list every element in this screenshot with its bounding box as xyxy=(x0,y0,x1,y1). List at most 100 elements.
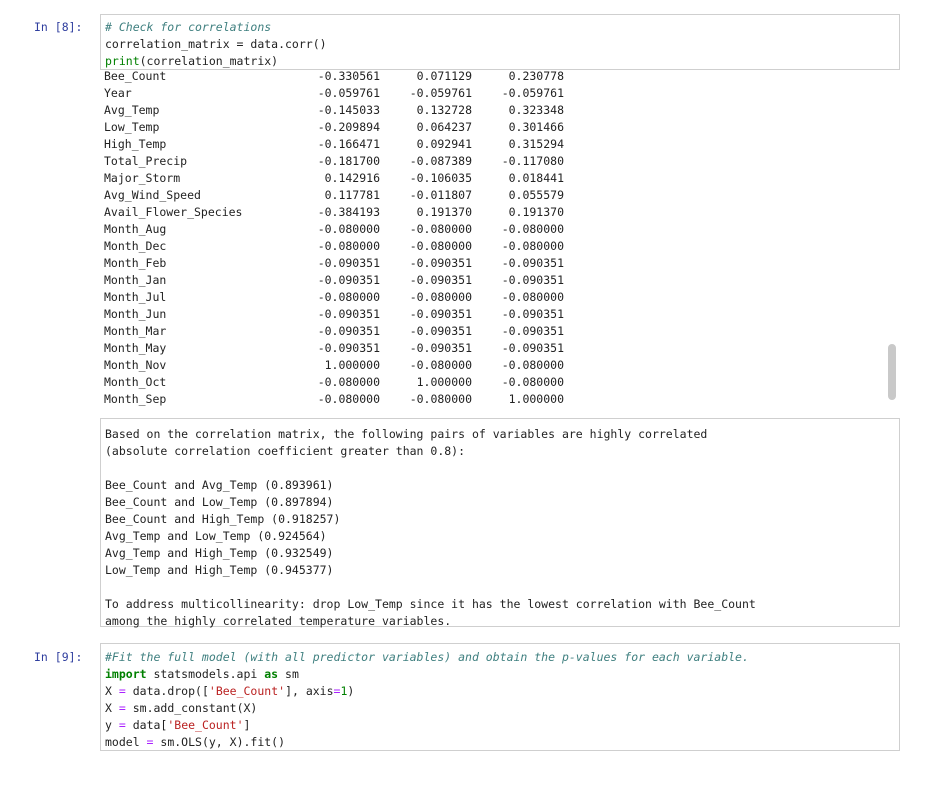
correlated-pair: Avg_Temp and High_Temp (0.932549) xyxy=(105,546,334,560)
output-scrollbar[interactable] xyxy=(888,344,896,400)
correlation-value: -0.080000 xyxy=(317,222,380,236)
output-row: Avg_Temp -0.145033 0.132728 0.323348 xyxy=(100,102,900,119)
code-line: correlation_matrix = data.corr() xyxy=(105,37,327,51)
correlation-value: -0.059761 xyxy=(409,86,472,100)
correlation-value: 0.117781 xyxy=(324,188,380,202)
code-line: y = data['Bee_Count'] xyxy=(101,717,899,734)
output-row: Month_Mar -0.090351 -0.090351 -0.090351 xyxy=(100,323,900,340)
variable-name: Month_Feb xyxy=(104,256,167,270)
variable-name: Month_Aug xyxy=(104,222,167,236)
correlation-value: -0.090351 xyxy=(501,307,564,321)
code-line: # Check for correlations xyxy=(101,19,899,36)
output-row: Month_Sep -0.080000 -0.080000 1.000000 xyxy=(100,391,900,406)
correlation-value: -0.090351 xyxy=(317,324,380,338)
correlation-value: 0.301466 xyxy=(508,120,564,134)
code-token: y xyxy=(105,718,119,732)
variable-name: Month_Jan xyxy=(104,273,167,287)
correlation-value: 0.132728 xyxy=(416,103,472,117)
correlation-value: -0.166471 xyxy=(317,137,380,151)
correlation-value: 0.191370 xyxy=(416,205,472,219)
cell-9-code-editor[interactable]: #Fit the full model (with all predictor … xyxy=(100,643,900,751)
output-row: Avail_Flower_Species -0.384193 0.191370 0.1… xyxy=(100,204,900,221)
correlation-value: 0.071129 xyxy=(416,69,472,83)
variable-name: Month_May xyxy=(104,341,167,355)
correlation-value: -0.080000 xyxy=(409,392,472,406)
print-argument: (correlation_matrix) xyxy=(139,54,279,68)
correlation-value: -0.080000 xyxy=(501,239,564,253)
output-row: Month_Oct -0.080000 1.000000 -0.080000 xyxy=(100,374,900,391)
output-row: Bee_Count -0.330561 0.071129 0.230778 xyxy=(100,68,900,85)
correlation-value: -0.106035 xyxy=(409,171,472,185)
markdown-cell[interactable]: Based on the correlation matrix, the fol… xyxy=(100,418,900,628)
correlation-value: 0.064237 xyxy=(416,120,472,134)
output-row: Major_Storm 0.142916 -0.106035 0.018441 xyxy=(100,170,900,187)
code-line: X = sm.add_constant(X) xyxy=(101,700,899,717)
import-keyword: import xyxy=(105,667,147,681)
cell-8-output[interactable]: Bee_Count -0.330561 0.071129 0.230778 Year -0… xyxy=(100,68,900,406)
correlation-value: 0.323348 xyxy=(508,103,564,117)
variable-name: Year xyxy=(104,86,132,100)
correlation-value: 0.092941 xyxy=(416,137,472,151)
output-row: Month_Dec -0.080000 -0.080000 -0.080000 xyxy=(100,238,900,255)
variable-name: Avail_Flower_Species xyxy=(104,205,243,219)
code-comment: # Check for correlations xyxy=(105,20,272,34)
correlation-value: -0.090351 xyxy=(409,273,472,287)
cell-8-code-editor[interactable]: # Check for correlations correlation_mat… xyxy=(100,14,900,70)
correlation-value: -0.090351 xyxy=(501,273,564,287)
markdown-line: Based on the correlation matrix, the fol… xyxy=(105,427,708,441)
output-row: Month_Nov 1.000000 -0.080000 -0.080000 xyxy=(100,357,900,374)
correlation-value: -0.090351 xyxy=(317,256,380,270)
correlation-value: -0.384193 xyxy=(317,205,380,219)
string-literal: 'Bee_Count' xyxy=(167,718,244,732)
code-comment: #Fit the full model (with all predictor … xyxy=(105,650,749,664)
variable-name: Month_Nov xyxy=(104,358,167,372)
code-token: data[ xyxy=(125,718,168,732)
correlated-pair: Low_Temp and High_Temp (0.945377) xyxy=(105,563,334,577)
correlation-output-table: Bee_Count -0.330561 0.071129 0.230778 Year -0… xyxy=(100,68,900,406)
correlated-pair: Avg_Temp and Low_Temp (0.924564) xyxy=(105,529,327,543)
code-token: sm.add_constant(X) xyxy=(125,701,258,715)
variable-name: Low_Temp xyxy=(104,120,160,134)
correlation-value: 0.315294 xyxy=(508,137,564,151)
as-keyword: as xyxy=(264,667,279,681)
output-row: Total_Precip -0.181700 -0.087389 -0.117080 xyxy=(100,153,900,170)
correlation-value: -0.059761 xyxy=(501,86,564,100)
code-token: ], axis xyxy=(285,684,334,698)
correlation-value: -0.080000 xyxy=(501,222,564,236)
output-row: Month_Jul -0.080000 -0.080000 -0.080000 xyxy=(100,289,900,306)
correlation-value: -0.080000 xyxy=(317,375,380,389)
output-row: Avg_Wind_Speed 0.117781 -0.011807 0.055579 xyxy=(100,187,900,204)
variable-name: Month_Jun xyxy=(104,307,167,321)
code-token: ) xyxy=(347,684,355,698)
output-row: Month_Jan -0.090351 -0.090351 -0.090351 xyxy=(100,272,900,289)
correlation-value: -0.090351 xyxy=(317,341,380,355)
correlation-value: 1.000000 xyxy=(416,375,472,389)
code-token: X xyxy=(105,701,119,715)
correlation-value: -0.090351 xyxy=(409,324,472,338)
module-name: statsmodels.api xyxy=(146,667,265,681)
correlation-value: -0.087389 xyxy=(409,154,472,168)
output-row: High_Temp -0.166471 0.092941 0.315294 xyxy=(100,136,900,153)
variable-name: Bee_Count xyxy=(104,69,167,83)
correlation-value: 0.191370 xyxy=(508,205,564,219)
variable-name: Avg_Temp xyxy=(104,103,160,117)
code-line: import statsmodels.api as sm xyxy=(101,666,899,683)
correlation-value: -0.090351 xyxy=(409,341,472,355)
correlation-value: -0.330561 xyxy=(317,69,380,83)
variable-name: Month_Oct xyxy=(104,375,167,389)
correlation-value: -0.080000 xyxy=(409,358,472,372)
output-row: Month_May -0.090351 -0.090351 -0.090351 xyxy=(100,340,900,357)
code-line: model = sm.OLS(y, X).fit() xyxy=(101,734,899,751)
correlation-value: 0.230778 xyxy=(508,69,564,83)
output-row: Low_Temp -0.209894 0.064237 0.301466 xyxy=(100,119,900,136)
correlation-value: -0.080000 xyxy=(317,239,380,253)
variable-name: Month_Mar xyxy=(104,324,167,338)
output-row: Year -0.059761 -0.059761 -0.059761 xyxy=(100,85,900,102)
correlated-pair: Bee_Count and Avg_Temp (0.893961) xyxy=(105,478,334,492)
variable-name: Avg_Wind_Speed xyxy=(104,188,201,202)
correlation-value: 0.055579 xyxy=(508,188,564,202)
string-literal: 'Bee_Count' xyxy=(208,684,286,698)
cell-8-prompt: In [8]: xyxy=(34,20,83,34)
correlation-value: -0.080000 xyxy=(409,239,472,253)
correlation-value: -0.145033 xyxy=(317,103,380,117)
